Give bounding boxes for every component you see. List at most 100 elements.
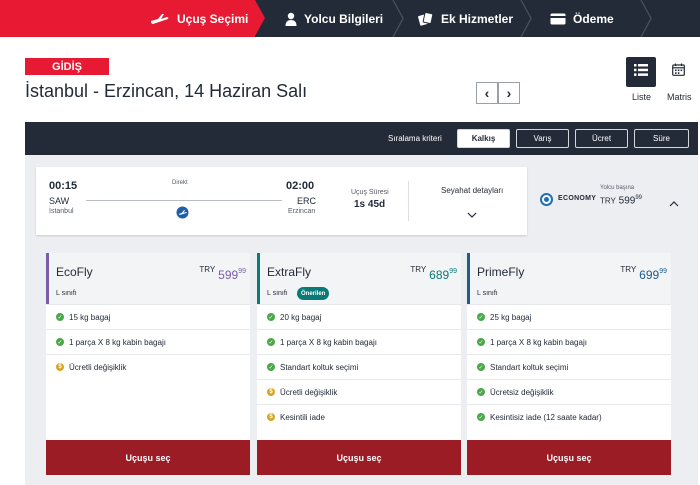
step-extra-services[interactable]: Ek Hizmetler (418, 0, 513, 37)
fare-header: ExtraFly TRY 68999 L sınıfı Önerilen (257, 253, 461, 304)
check-icon: ✓ (477, 363, 485, 371)
step-passenger-info[interactable]: Yolcu Bilgileri (285, 0, 383, 37)
price-decimal: 99 (659, 268, 667, 275)
economy-fare-selector[interactable]: ECONOMY Yolcu başına TRY 59999 (530, 177, 660, 227)
per-person-label: Yolcu başına (600, 185, 635, 191)
cabin-class-label: ECONOMY (558, 195, 597, 202)
fare-feature: ✓ 25 kg bagaj (467, 304, 671, 329)
prev-day-button[interactable]: ‹ (476, 82, 498, 104)
fare-price: TRY 69999 (620, 265, 667, 282)
feature-text: Ücretli değişiklik (280, 387, 338, 397)
list-view-button[interactable] (626, 57, 656, 87)
fare-feature: $ Kesintili iade (257, 404, 461, 429)
sort-label: Sıralama kriteri (388, 134, 442, 143)
fare-header: EcoFly TRY 59999 L sınıfı (46, 253, 250, 304)
route-line (86, 200, 282, 201)
sort-price-button[interactable]: Ücret (575, 129, 628, 148)
feature-text: 1 parça X 8 kg kabin bagajı (490, 337, 587, 347)
step-flight-selection[interactable]: Uçuş Seçimi (0, 0, 255, 37)
feature-text: 20 kg bagaj (280, 312, 322, 322)
step-label: Ek Hizmetler (441, 11, 514, 26)
airline-logo-icon (176, 206, 189, 224)
check-icon: ✓ (477, 413, 485, 421)
departure-city: İstanbul (49, 208, 74, 215)
check-icon: ✓ (477, 313, 485, 321)
feature-text: Ücretsiz değişiklik (490, 387, 554, 397)
step-payment[interactable]: Ödeme (550, 0, 614, 37)
step-label: Yolcu Bilgileri (304, 11, 384, 26)
fare-color-bar (257, 253, 260, 304)
chevron-down-icon[interactable] (467, 206, 477, 224)
feature-text: Standart koltuk seçimi (280, 362, 359, 372)
select-flight-button[interactable]: Uçuşu seç (46, 440, 250, 475)
select-flight-button[interactable]: Uçuşu seç (467, 440, 671, 475)
feature-text: 25 kg bagaj (490, 312, 532, 322)
price-integer: 599 (618, 195, 636, 207)
price-integer: 689 (429, 268, 450, 282)
check-icon: ✓ (56, 338, 64, 346)
fare-feature: $ Ücretli değişiklik (46, 354, 250, 379)
arrival-time: 02:00 (286, 180, 315, 192)
fare-feature: ✓ Ücretsiz değişiklik (467, 379, 671, 404)
fare-card-extrafly[interactable]: ExtraFly TRY 68999 L sınıfı Önerilen ✓ 20 … (257, 253, 461, 475)
currency: TRY (620, 265, 637, 274)
check-icon: ✓ (267, 313, 275, 321)
matrix-view-button[interactable] (663, 57, 693, 87)
fare-feature: ✓ Standart koltuk seçimi (467, 354, 671, 379)
sort-arrival-button[interactable]: Varış (516, 129, 569, 148)
travel-details-link[interactable]: Seyahat detayları (441, 186, 503, 195)
fare-header: PrimeFly TRY 69999 L sınıfı (467, 253, 671, 304)
chevron-up-icon[interactable] (669, 194, 679, 212)
step-separator (640, 0, 652, 37)
calendar-icon (671, 63, 685, 81)
check-icon: ✓ (267, 338, 275, 346)
price-decimal: 99 (635, 195, 643, 201)
fare-card-ecofly[interactable]: EcoFly TRY 59999 L sınıfı ✓ 15 kg bagaj ✓ 1… (46, 253, 250, 475)
flight-duration: 1s 45d (354, 199, 386, 210)
page-title: İstanbul - Erzincan, 14 Haziran Salı (25, 81, 308, 101)
currency: TRY (410, 265, 427, 274)
list-view-label: Liste (632, 92, 652, 102)
duration-label: Uçuş Süresi (351, 189, 389, 196)
divider (408, 181, 409, 221)
economy-radio[interactable] (540, 193, 553, 206)
check-icon: ✓ (56, 313, 64, 321)
departure-time: 00:15 (49, 180, 78, 192)
fare-price: TRY 68999 (410, 265, 457, 282)
fee-icon: $ (267, 388, 275, 396)
select-flight-button[interactable]: Uçuşu seç (257, 440, 461, 475)
next-day-button[interactable]: › (498, 82, 520, 104)
economy-price: TRY 59999 (600, 195, 642, 206)
sort-departure-button[interactable]: Kalkış (457, 129, 510, 148)
step-separator (392, 0, 404, 37)
step-arrow (255, 0, 265, 36)
stop-type: Direkt (172, 180, 188, 186)
booking-stepper: Uçuş Seçimi Yolcu Bilgileri Ek Hizmetler… (0, 0, 700, 37)
fare-color-bar (467, 253, 470, 304)
arrival-city: Erzincan (288, 208, 316, 215)
fare-class: L sınıfı (267, 290, 288, 297)
sort-duration-button[interactable]: Süre (634, 129, 689, 148)
fare-feature: ✓ 1 parça X 8 kg kabin bagajı (467, 329, 671, 354)
flight-summary-card[interactable]: 00:15 SAW İstanbul Direkt 02:00 ERC Erzi… (36, 167, 527, 235)
feature-text: Kesintisiz iade (12 saate kadar) (490, 412, 602, 422)
matrix-view-label: Matris (667, 92, 692, 102)
fare-class: L sınıfı (56, 290, 77, 297)
plane-icon (150, 12, 170, 26)
currency: TRY (199, 265, 216, 274)
fee-icon: $ (267, 413, 275, 421)
list-icon (634, 63, 648, 81)
price-decimal: 99 (238, 268, 246, 275)
price-integer: 599 (218, 268, 239, 282)
fare-feature: $ Ücretli değişiklik (257, 379, 461, 404)
feature-text: Ücretli değişiklik (69, 362, 127, 372)
fare-card-primefly[interactable]: PrimeFly TRY 69999 L sınıfı ✓ 25 kg bagaj … (467, 253, 671, 475)
tickets-icon (418, 11, 434, 26)
fare-feature: ✓ Kesintisiz iade (12 saate kadar) (467, 404, 671, 429)
fare-feature: ✓ 1 parça X 8 kg kabin bagajı (46, 329, 250, 354)
direction-badge: GİDİŞ (25, 58, 109, 75)
fare-price: TRY 59999 (199, 265, 246, 282)
arrival-code: ERC (297, 196, 317, 206)
fare-feature: ✓ 1 parça X 8 kg kabin bagajı (257, 329, 461, 354)
step-separator (520, 0, 532, 37)
